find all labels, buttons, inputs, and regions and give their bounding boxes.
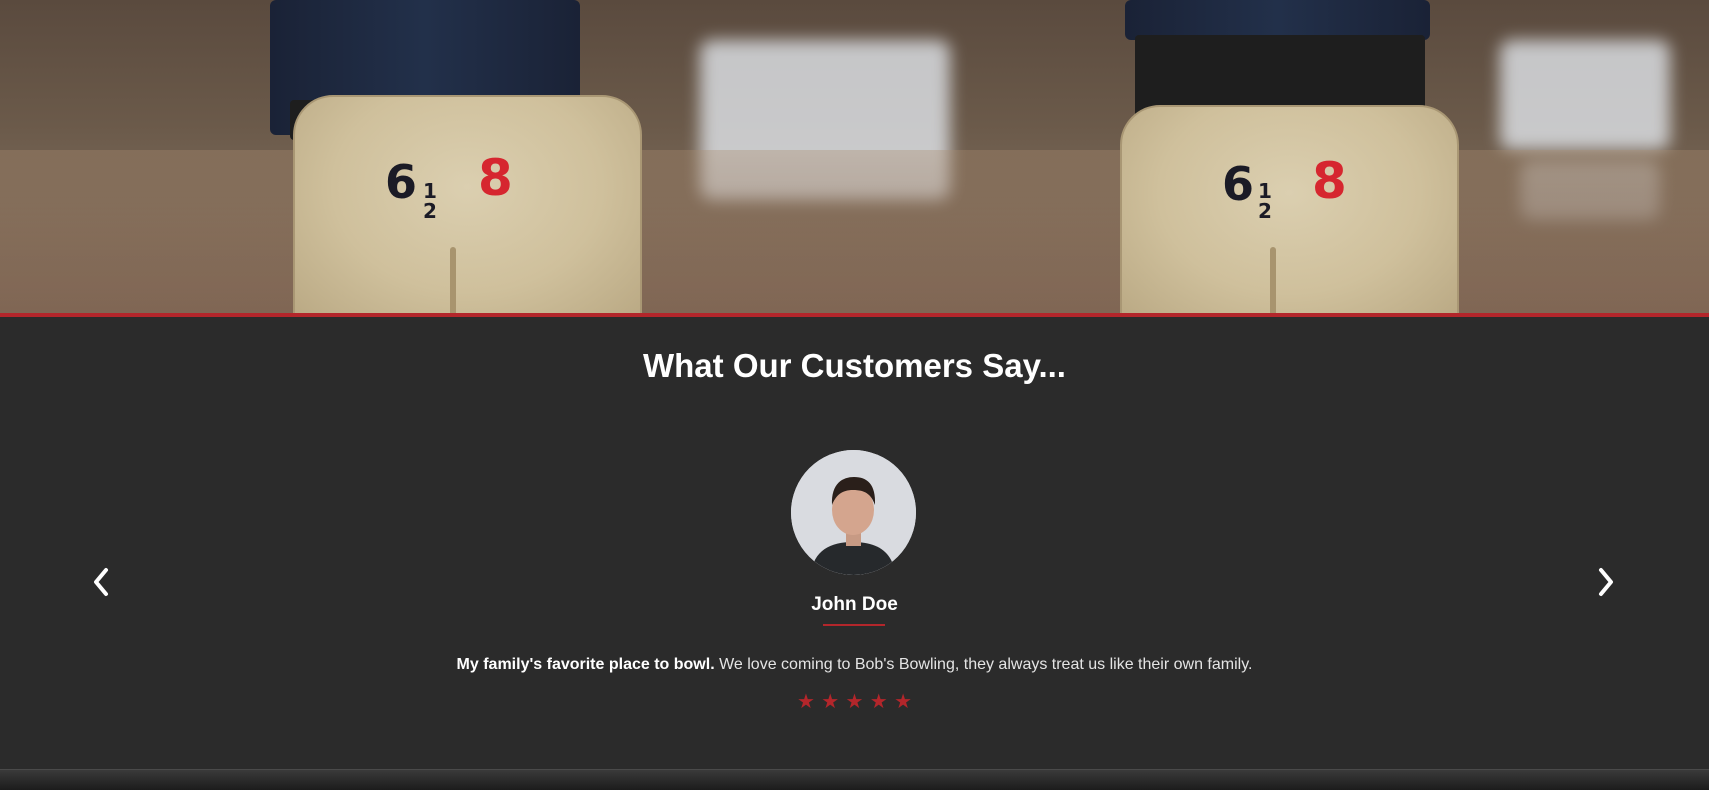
star-icon: ★	[894, 689, 912, 713]
chevron-right-icon	[1599, 568, 1613, 596]
name-underline	[823, 624, 885, 626]
avatar	[791, 450, 916, 575]
shoe-size-alt-label: 8	[478, 149, 513, 207]
quote-body: We love coming to Bob's Bowling, they al…	[714, 656, 1253, 673]
lane-light	[1500, 40, 1670, 150]
left-shoe: 6 1 2 8	[293, 95, 642, 313]
section-title: What Our Customers Say...	[643, 347, 1066, 384]
hero-image: 6 1 2 8 6 1 2 8	[0, 0, 1709, 313]
star-icon: ★	[797, 689, 815, 713]
shoe-size-fraction: 1 2	[1258, 179, 1272, 223]
star-icon: ★	[869, 689, 888, 713]
shoe-size-label: 6	[385, 155, 418, 209]
right-shoe: 6 1 2 8	[1120, 105, 1459, 313]
shoe-size-alt-label: 8	[1312, 152, 1347, 210]
carousel-next-button[interactable]	[1585, 562, 1625, 602]
footer-edge	[0, 769, 1709, 790]
testimonials-section: What Our Customers Say... John Doe My fa…	[0, 317, 1709, 769]
quote-highlight: My family's favorite place to bowl.	[456, 656, 715, 673]
testimonial-quote: My family's favorite place to bowl. We l…	[0, 656, 1709, 674]
shoe-size-fraction: 1 2	[423, 179, 437, 223]
shoe-size-label: 6	[1222, 157, 1255, 211]
testimonial-author: John Doe	[811, 594, 898, 615]
star-icon: ★	[821, 689, 840, 713]
star-icon: ★	[845, 689, 864, 713]
right-leg	[1125, 0, 1430, 40]
rating-stars: ★ ★ ★ ★ ★	[797, 691, 912, 711]
shoe-seam	[450, 247, 456, 313]
shoe-seam	[1270, 247, 1276, 313]
